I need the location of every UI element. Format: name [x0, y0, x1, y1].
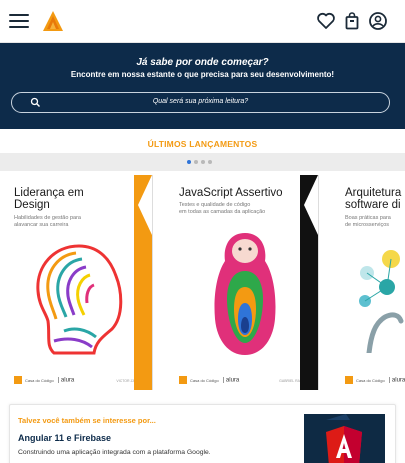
book-brand: Casa do Código | alura — [179, 376, 239, 384]
microservices-illustration — [359, 250, 404, 353]
releases-title: ÚLTIMOS LANÇAMENTOS — [147, 139, 258, 149]
top-header — [0, 0, 405, 43]
colorful-head-illustration — [36, 244, 123, 355]
book-card-lideranca[interactable]: Liderança em Design Habilidades de gestã… — [0, 175, 153, 390]
angular-logo-icon — [304, 414, 385, 463]
shopping-bag-icon[interactable] — [342, 11, 362, 31]
search-icon — [30, 97, 40, 107]
heart-icon[interactable] — [316, 11, 336, 31]
banner-title: Já sabe por onde começar? — [136, 57, 269, 68]
carousel-pagination — [0, 153, 405, 171]
carousel-dot-2[interactable] — [194, 160, 198, 164]
suggestion-hint: Talvez você também se interesse por... — [18, 416, 156, 425]
carousel-dot-1[interactable] — [187, 160, 191, 164]
suggestion-title[interactable]: Angular 11 e Firebase — [18, 433, 111, 443]
suggestion-description: Construindo uma aplicação integrada com … — [18, 449, 211, 456]
hamburger-menu-icon[interactable] — [9, 12, 29, 29]
book-title: Liderança em Design — [14, 187, 84, 211]
book-card-arquitetura[interactable]: Arquitetura software di Boas práticas pa… — [331, 175, 405, 390]
banner-subtitle: Encontre em nossa estante o que precisa … — [70, 70, 335, 79]
book-card-javascript-assertivo[interactable]: JavaScript Assertivo Testes e qualidade … — [165, 175, 319, 390]
book-title: JavaScript Assertivo — [179, 187, 283, 199]
book-brand: Casa do Código | alura — [345, 376, 405, 384]
book-subtitle: Testes e qualidade de código em todas as… — [179, 202, 266, 215]
search-placeholder: Qual será sua próxima leitura? — [152, 98, 249, 105]
book-spine-accent — [300, 175, 318, 390]
book-carousel[interactable]: Liderança em Design Habilidades de gestã… — [0, 175, 405, 390]
carousel-dot-4[interactable] — [208, 160, 212, 164]
suggestion-book-cover[interactable] — [304, 414, 385, 463]
book-title: Arquitetura software di — [345, 187, 402, 211]
book-subtitle: Habilidades de gestão para alavancar sua… — [14, 215, 81, 228]
carousel-dot-3[interactable] — [201, 160, 205, 164]
alura-logo-icon[interactable] — [42, 10, 64, 32]
book-subtitle: Boas práticas para de microsserviços — [345, 215, 391, 228]
user-circle-icon[interactable] — [368, 11, 388, 31]
book-spine-accent — [134, 175, 152, 390]
suggestion-card[interactable]: Talvez você também se interesse por... A… — [9, 404, 396, 463]
matryoshka-illustration — [214, 233, 276, 355]
hero-banner: Já sabe por onde começar? Encontre em no… — [0, 43, 405, 129]
search-input[interactable]: Qual será sua próxima leitura? — [11, 92, 390, 113]
book-brand: Casa do Código | alura — [14, 376, 74, 384]
